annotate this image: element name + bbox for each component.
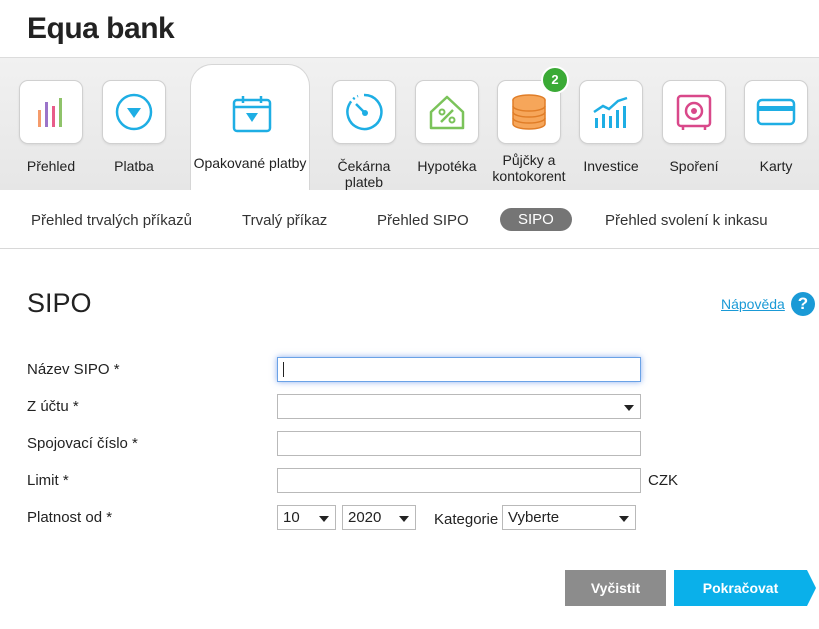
nav-label: Hypotéka [417,158,477,174]
nav-label: Přehled [26,158,76,174]
subnav-item-prehled-trvalych-prikazu[interactable]: Přehled trvalých příkazů [31,212,192,229]
limit-label: Limit * [27,472,69,489]
valid-year-value: 2020 [348,509,382,526]
sub-navigation: Přehled trvalých příkazů Trvalý příkaz P… [0,190,819,249]
text-cursor [283,362,284,377]
subnav-item-trvaly-prikaz[interactable]: Trvalý příkaz [242,212,327,229]
subnav-item-prehled-sipo[interactable]: Přehled SIPO [377,212,469,229]
house-percent-icon [429,95,465,130]
limit-field[interactable] [277,468,641,493]
category-select[interactable]: Vyberte [502,505,636,530]
nav-tile [415,80,479,144]
clear-button[interactable]: Vyčistit [565,570,666,606]
subnav-item-prehled-svoleni-k-inkasu[interactable]: Přehled svolení k inkasu [605,212,768,229]
valid-year-select[interactable]: 2020 [342,505,416,530]
help-link[interactable]: Nápověda [721,296,785,312]
nav-item-opakovane-platby[interactable]: Opakované platby [190,64,310,205]
chevron-down-icon [619,516,629,522]
category-select-value: Vyberte [508,509,560,526]
nav-label: Opakované platby [193,155,307,171]
category-label: Kategorie [434,511,499,528]
chevron-down-icon [399,516,409,522]
payment-arrow-icon [115,93,153,131]
help-icon[interactable]: ? [791,292,815,316]
nav-label: Spoření [669,158,719,174]
nav-label: Čekárna plateb [337,158,391,190]
calendar-icon [232,96,272,133]
equa-bank-logo[interactable]: Equa bank [27,12,175,46]
connection-number-label: Spojovací číslo * [27,435,138,452]
nav-tile [662,80,726,144]
limit-input[interactable] [278,469,640,492]
page-title: SIPO [27,288,92,318]
account-select[interactable] [277,394,641,419]
nav-tile [19,80,83,144]
account-label: Z účtu * [27,398,79,415]
sipo-name-label: Název SIPO * [27,361,120,378]
nav-tile [332,80,396,144]
growth-chart-icon [593,96,628,128]
notification-badge: 2 [541,66,569,94]
coins-icon [512,94,546,130]
bar-chart-icon [38,98,62,127]
main-navigation: Přehled Platba Opakované platby Čekárna … [0,57,819,205]
nav-label: Investice [583,158,639,174]
nav-tile [102,80,166,144]
nav-label: Platba [114,158,154,174]
valid-from-label: Platnost od * [27,509,113,526]
limit-currency: CZK [648,472,678,489]
subnav-item-sipo[interactable]: SIPO [500,208,572,231]
chevron-down-icon [319,516,329,522]
valid-month-value: 10 [283,509,300,526]
connection-number-field[interactable] [277,431,641,456]
safe-icon [676,94,712,130]
card-icon [756,98,796,126]
nav-tile [744,80,808,144]
sipo-name-input[interactable] [278,358,640,381]
continue-button[interactable]: Pokračovat [674,570,816,606]
connection-number-input[interactable] [278,432,640,455]
sipo-name-field[interactable] [277,357,641,382]
nav-tile [579,80,643,144]
valid-month-select[interactable]: 10 [277,505,336,530]
clock-gauge-icon [346,93,383,131]
nav-label: Půjčky a kontokorent [492,152,566,184]
nav-tile [231,93,273,135]
nav-label: Karty [759,158,793,174]
chevron-down-icon [624,405,634,411]
